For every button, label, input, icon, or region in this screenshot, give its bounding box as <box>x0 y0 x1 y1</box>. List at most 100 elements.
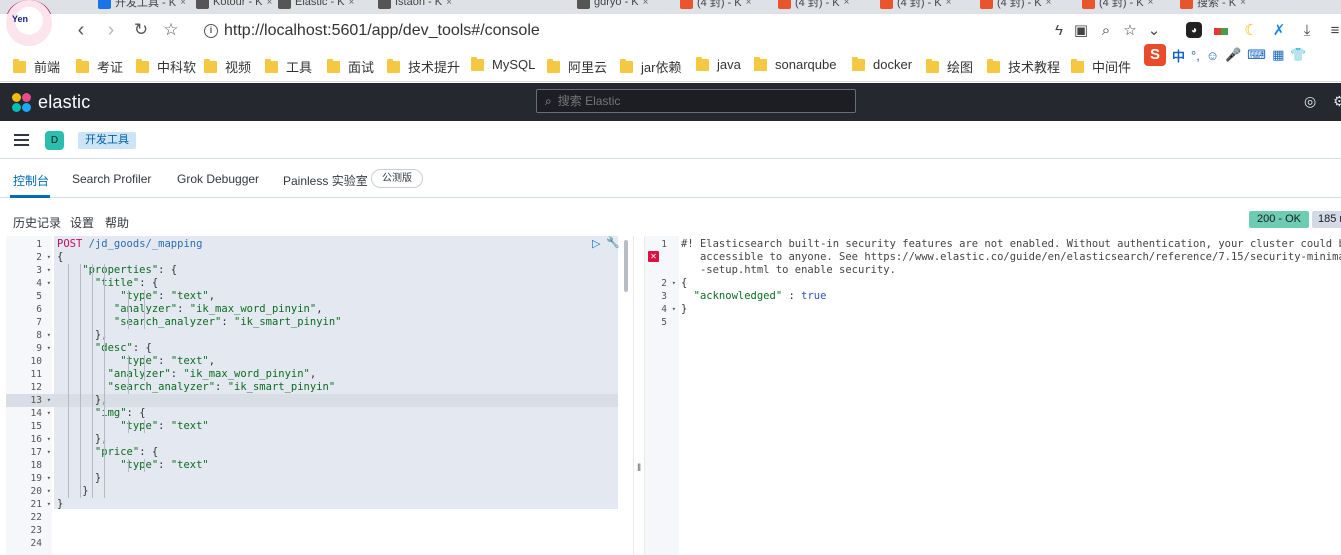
qr-icon[interactable]: ▣ <box>1072 22 1090 40</box>
global-search-input[interactable] <box>557 94 838 108</box>
request-scrollbar[interactable] <box>624 240 628 292</box>
pane-resizer[interactable]: ‖ <box>633 236 645 555</box>
browser-tab[interactable]: Istaon - K × <box>378 0 452 12</box>
tab-close-icon[interactable]: × <box>1148 0 1154 8</box>
fold-toggle-icon[interactable]: ▾ <box>43 498 51 511</box>
extension-x-icon[interactable]: ✗ <box>1270 22 1288 40</box>
fold-toggle-icon[interactable]: ▾ <box>43 264 51 277</box>
ime-tools-icon[interactable]: ▦ <box>1272 47 1284 63</box>
fold-toggle-icon[interactable]: ▾ <box>43 472 51 485</box>
tab-search-profiler[interactable]: Search Profiler <box>72 172 151 186</box>
tab-close-icon[interactable]: × <box>1240 0 1246 8</box>
global-search[interactable]: ⌕ <box>536 89 856 113</box>
tab-close-icon[interactable]: × <box>349 0 355 8</box>
ime-skin-icon[interactable]: 👕 <box>1290 47 1306 63</box>
ime-keyboard-icon[interactable]: ⌨ <box>1247 47 1266 63</box>
browser-tab[interactable]: gdryo - K × <box>577 0 648 12</box>
bookmark-folder[interactable]: 视频 <box>204 57 251 76</box>
tab-painless-lab[interactable]: Painless 实验室 <box>283 172 368 189</box>
bookmark-folder[interactable]: 技术教程 <box>987 57 1060 76</box>
bookmark-folder[interactable]: docker <box>852 56 912 72</box>
fold-toggle-icon[interactable]: ▾ <box>43 433 51 446</box>
fold-toggle-icon[interactable]: ▾ <box>43 394 51 407</box>
tab-close-icon[interactable]: × <box>643 0 649 8</box>
breadcrumb[interactable]: 开发工具 <box>78 132 136 149</box>
response-viewer[interactable]: 1 #! Elasticsearch built-in security feat… <box>645 236 1341 555</box>
browser-tab[interactable]: (4 封) - K × <box>980 0 1051 12</box>
url-text[interactable]: http://localhost:5601/app/dev_tools#/con… <box>224 22 540 40</box>
browser-tab[interactable]: (4 封) - K × <box>778 0 849 12</box>
browser-tab[interactable]: Kotour - K × <box>196 0 272 12</box>
bookmark-folder[interactable]: 考证 <box>76 57 123 76</box>
lightning-icon[interactable]: ϟ <box>1050 22 1068 40</box>
resize-handle-icon[interactable]: ‖ <box>637 463 641 474</box>
profile-avatar-lower[interactable]: Yen <box>6 0 52 46</box>
menu-toggle-icon[interactable] <box>14 133 30 147</box>
fold-toggle-icon[interactable]: ▾ <box>43 342 51 355</box>
run-request-icon[interactable]: ▷ <box>592 237 600 250</box>
tab-close-icon[interactable]: × <box>446 0 452 8</box>
fold-toggle-icon[interactable]: ▾ <box>43 277 51 290</box>
news-icon[interactable]: ⚙ <box>1333 93 1341 110</box>
bookmark-folder[interactable]: 中科软 <box>136 57 196 76</box>
ime-emoji-icon[interactable]: ☺ <box>1206 48 1219 63</box>
tab-close-icon[interactable]: × <box>844 0 850 8</box>
fold-toggle-icon[interactable]: ▾ <box>668 277 676 290</box>
help-link[interactable]: 帮助 <box>105 214 129 231</box>
bookmark-folder[interactable]: 阿里云 <box>547 57 607 76</box>
tab-grok-debugger[interactable]: Grok Debugger <box>177 172 259 186</box>
moon-icon[interactable]: ☾ <box>1242 22 1260 40</box>
bookmark-folder[interactable]: 工具 <box>265 57 312 76</box>
download-icon[interactable]: ⤓ <box>1298 22 1316 40</box>
fold-toggle-icon[interactable]: ▾ <box>43 251 51 264</box>
reload-button[interactable]: ↻ <box>130 20 152 42</box>
bookmark-folder[interactable]: MySQL <box>471 56 535 72</box>
bookmark-folder[interactable]: 前端 <box>13 57 60 76</box>
bookmark-folder[interactable]: 技术提升 <box>387 57 460 76</box>
forward-button[interactable]: › <box>100 20 122 42</box>
menu-icon[interactable]: ≡ <box>1326 22 1341 40</box>
space-avatar[interactable]: D <box>45 131 64 150</box>
elastic-logo[interactable]: elastic <box>12 92 90 113</box>
fold-toggle-icon[interactable]: ▾ <box>43 446 51 459</box>
tab-close-icon[interactable]: × <box>1046 0 1052 8</box>
bookmark-folder[interactable]: jar依赖 <box>620 57 681 76</box>
extension-grid-icon[interactable] <box>1212 22 1230 40</box>
bookmark-folder[interactable]: 绘图 <box>926 57 973 76</box>
tab-close-icon[interactable]: × <box>180 0 186 8</box>
favorite-icon[interactable]: ☆ <box>1121 22 1139 40</box>
tab-close-icon[interactable]: × <box>746 0 752 8</box>
browser-tab[interactable]: (4 封) - K × <box>880 0 951 12</box>
bookmark-folder[interactable]: 中间件 <box>1071 57 1131 76</box>
ime-lang[interactable]: 中 <box>1172 46 1185 65</box>
bookmark-folder[interactable]: 面试 <box>327 57 374 76</box>
ime-mic-icon[interactable]: 🎤 <box>1225 47 1241 63</box>
browser-tab[interactable]: 开发工具 - K × <box>98 0 186 12</box>
fold-toggle-icon[interactable]: ▾ <box>43 329 51 342</box>
bookmark-star-icon[interactable]: ☆ <box>160 20 182 42</box>
fold-toggle-icon[interactable]: ▾ <box>43 485 51 498</box>
browser-tab[interactable]: (4 封) - K × <box>680 0 751 12</box>
browser-tab[interactable]: Elastic - K × <box>278 0 354 12</box>
back-button[interactable]: ‹ <box>70 20 92 42</box>
tab-close-icon[interactable]: × <box>267 0 273 8</box>
request-editor[interactable]: 1 POST /jd_goods/_mapping 2 ▾{3 ▾ "propertie… <box>6 236 633 555</box>
bookmark-folder[interactable]: java <box>696 56 741 72</box>
dropdown-chevron-icon[interactable]: ⌄ <box>1145 22 1163 40</box>
history-link[interactable]: 历史记录 <box>13 214 61 231</box>
address-bar[interactable]: i http://localhost:5601/app/dev_tools#/c… <box>196 18 1156 44</box>
settings-link[interactable]: 设置 <box>70 214 94 231</box>
browser-tab[interactable]: (4 封) - K × <box>1082 0 1153 12</box>
site-info-icon[interactable]: i <box>204 24 218 38</box>
fold-toggle-icon[interactable]: ▾ <box>43 407 51 420</box>
fold-toggle-icon[interactable]: ▾ <box>668 303 676 316</box>
bookmark-folder[interactable]: sonarqube <box>754 56 836 72</box>
wrench-icon[interactable]: 🔧 <box>606 236 620 249</box>
browser-tab[interactable]: 搜索 - K × <box>1180 0 1246 12</box>
zoom-icon[interactable]: ⌕ <box>1097 22 1115 40</box>
extension-cat-icon[interactable]: ◕ <box>1186 22 1202 38</box>
tab-console[interactable]: 控制台 <box>13 172 49 189</box>
tab-close-icon[interactable]: × <box>946 0 952 8</box>
ime-punct-icon[interactable]: °, <box>1191 48 1200 63</box>
ime-logo[interactable]: S <box>1144 44 1166 66</box>
